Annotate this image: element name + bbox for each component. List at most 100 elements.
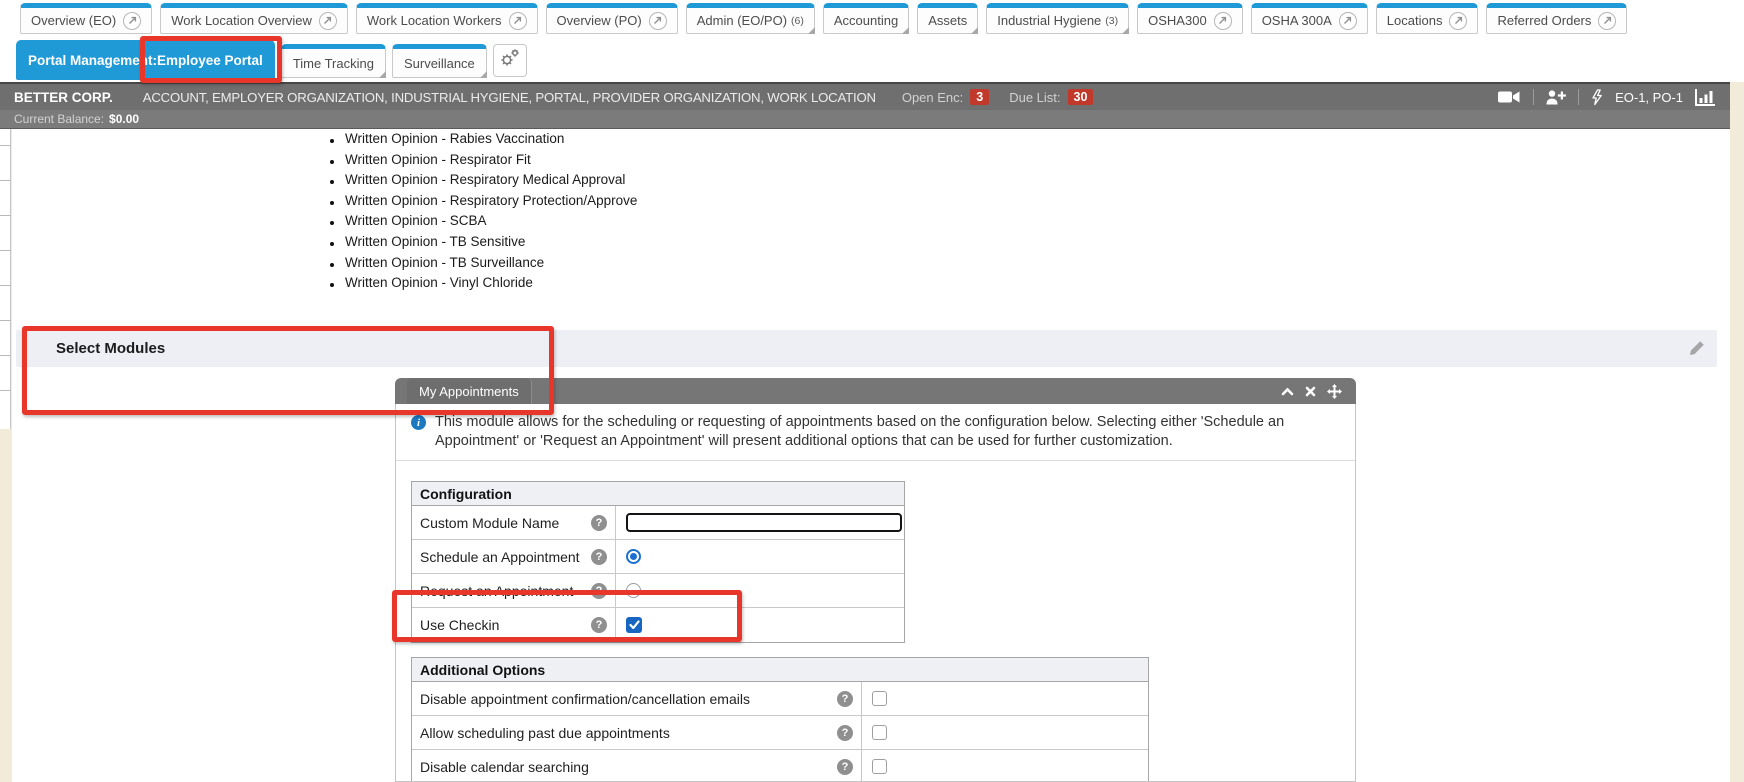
video-camera-icon[interactable] xyxy=(1498,90,1521,104)
tab-label: Overview (PO) xyxy=(557,13,642,28)
tab-admin-eo-po[interactable]: Admin (EO/PO) (6) xyxy=(686,3,815,34)
help-icon[interactable]: ? xyxy=(837,691,853,707)
help-icon[interactable]: ? xyxy=(591,549,607,565)
tab-osha300[interactable]: OSHA300 xyxy=(1137,3,1243,34)
popout-icon[interactable] xyxy=(123,12,141,30)
help-icon[interactable]: ? xyxy=(837,725,853,741)
tab-count: (3) xyxy=(1105,15,1118,27)
select-modules-bar: Select Modules xyxy=(16,330,1717,367)
table-row: Schedule an Appointment ? xyxy=(412,540,904,574)
edit-pencil-icon[interactable] xyxy=(1688,340,1705,362)
tab-locations[interactable]: Locations xyxy=(1376,3,1479,34)
row-label: Request an Appointment xyxy=(420,583,573,599)
row-label: Disable appointment confirmation/cancell… xyxy=(420,691,750,707)
add-person-icon[interactable] xyxy=(1546,90,1566,105)
bullet-icon xyxy=(330,160,334,164)
divider xyxy=(1533,89,1534,105)
additional-options-header: Additional Options xyxy=(412,658,1148,682)
balance-label: Current Balance: xyxy=(14,112,104,126)
bar-chart-icon[interactable] xyxy=(1695,89,1716,106)
tab-label: Referred Orders xyxy=(1497,13,1591,28)
help-icon[interactable]: ? xyxy=(591,515,607,531)
popout-icon[interactable] xyxy=(1214,12,1232,30)
tab-referred-orders[interactable]: Referred Orders xyxy=(1486,3,1627,34)
table-row: Request an Appointment ? xyxy=(412,574,904,608)
tab-overview-eo[interactable]: Overview (EO) xyxy=(20,3,152,34)
primary-tab-bar: Overview (EO) Work Location Overview Wor… xyxy=(20,3,1627,34)
tab-industrial-hygiene[interactable]: Industrial Hygiene (3) xyxy=(986,3,1129,34)
tab-overview-po[interactable]: Overview (PO) xyxy=(546,3,678,34)
row-label: Schedule an Appointment xyxy=(420,549,580,565)
schedule-appointment-radio[interactable] xyxy=(626,549,641,564)
bullet-icon xyxy=(330,139,334,143)
row-label: Custom Module Name xyxy=(420,515,559,531)
tab-settings-button[interactable] xyxy=(493,44,527,77)
tab-accounting[interactable]: Accounting xyxy=(823,3,909,34)
close-icon[interactable] xyxy=(1305,386,1316,397)
popout-icon[interactable] xyxy=(509,12,527,30)
info-icon: i xyxy=(411,415,426,430)
list-item: Written Opinion - Respiratory Protection… xyxy=(330,193,637,214)
table-row: Use Checkin ? xyxy=(412,608,904,642)
due-list-badge[interactable]: 30 xyxy=(1068,89,1094,105)
configuration-table-header: Configuration xyxy=(412,482,904,506)
tab-label: Assets xyxy=(928,13,967,28)
tab-osha-300a[interactable]: OSHA 300A xyxy=(1251,3,1368,34)
help-icon[interactable]: ? xyxy=(591,617,607,633)
popout-icon[interactable] xyxy=(1598,12,1616,30)
tab-time-tracking[interactable]: Time Tracking xyxy=(281,44,386,78)
tab-work-location-workers[interactable]: Work Location Workers xyxy=(356,3,538,34)
tab-label: Time Tracking xyxy=(293,56,374,71)
popout-icon[interactable] xyxy=(319,12,337,30)
info-row: i This module allows for the scheduling … xyxy=(396,404,1355,461)
table-row: Disable calendar searching ? xyxy=(412,750,1148,782)
help-icon[interactable]: ? xyxy=(837,759,853,775)
gear-icon xyxy=(499,48,521,73)
tab-assets[interactable]: Assets xyxy=(917,3,978,34)
select-modules-title: Select Modules xyxy=(56,330,165,367)
tab-work-location-overview[interactable]: Work Location Overview xyxy=(160,3,348,34)
popout-icon[interactable] xyxy=(1449,12,1467,30)
tab-label: OSHA300 xyxy=(1148,13,1207,28)
panel-body: i This module allows for the scheduling … xyxy=(395,404,1356,782)
table-row: Custom Module Name ? xyxy=(412,506,904,540)
list-item: Written Opinion - SCBA xyxy=(330,213,637,234)
popout-icon[interactable] xyxy=(1339,12,1357,30)
tab-label: Accounting xyxy=(834,13,898,28)
help-icon[interactable]: ? xyxy=(591,583,607,599)
request-appointment-radio[interactable] xyxy=(626,583,641,598)
collapse-icon[interactable] xyxy=(1281,387,1294,396)
list-item: Written Opinion - TB Surveillance xyxy=(330,255,637,276)
bullet-icon xyxy=(330,263,334,267)
secondary-tab-bar: Portal Management:Employee Portal Time T… xyxy=(16,40,527,80)
tab-label: Work Location Workers xyxy=(367,13,502,28)
tab-portal-management-employee-portal[interactable]: Portal Management:Employee Portal xyxy=(16,40,275,80)
tab-surveillance[interactable]: Surveillance xyxy=(392,44,487,78)
disable-confirmation-emails-checkbox[interactable] xyxy=(872,691,887,706)
header-actions: EO-1, PO-1 xyxy=(1498,89,1716,106)
list-item: Written Opinion - Respirator Fit xyxy=(330,152,637,173)
lightning-icon[interactable] xyxy=(1591,89,1603,106)
bullet-icon xyxy=(330,180,334,184)
status-header: BETTER CORP. ACCOUNT, EMPLOYER ORGANIZAT… xyxy=(0,82,1730,110)
custom-module-name-input[interactable] xyxy=(626,513,902,532)
move-icon[interactable] xyxy=(1327,384,1342,399)
disable-calendar-searching-checkbox[interactable] xyxy=(872,759,887,774)
use-checkin-checkbox[interactable] xyxy=(626,617,642,633)
written-opinion-list: Written Opinion - Rabies Vaccination Wri… xyxy=(330,131,637,296)
popout-icon[interactable] xyxy=(649,12,667,30)
allow-past-due-checkbox[interactable] xyxy=(872,725,887,740)
bullet-icon xyxy=(330,221,334,225)
list-item: Written Opinion - Rabies Vaccination xyxy=(330,131,637,152)
tab-label: Surveillance xyxy=(404,56,475,71)
category-list: ACCOUNT, EMPLOYER ORGANIZATION, INDUSTRI… xyxy=(143,90,876,105)
row-label: Disable calendar searching xyxy=(420,759,589,775)
tab-label: OSHA 300A xyxy=(1262,13,1332,28)
my-appointments-panel: My Appointments i This module allows for… xyxy=(395,378,1356,782)
panel-title: My Appointments xyxy=(419,384,519,399)
due-list-label: Due List: xyxy=(1009,90,1060,105)
panel-title-tab: My Appointments xyxy=(407,378,532,404)
table-row: Allow scheduling past due appointments ? xyxy=(412,716,1148,750)
row-label: Allow scheduling past due appointments xyxy=(420,725,670,741)
open-enc-badge[interactable]: 3 xyxy=(970,89,989,105)
